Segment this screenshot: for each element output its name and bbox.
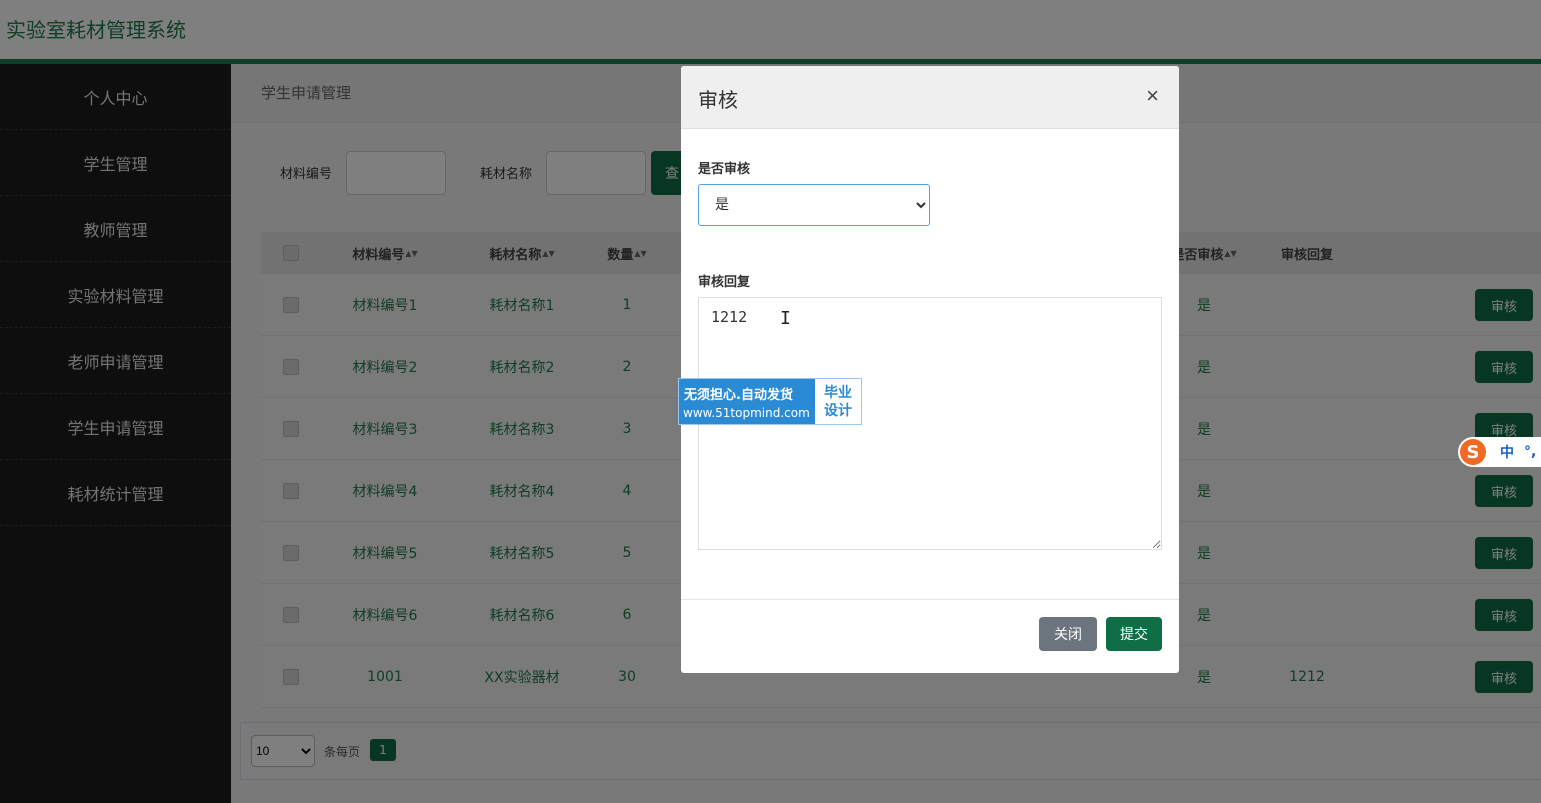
close-button[interactable]: 关闭 [1039, 617, 1097, 651]
audit-modal: 审核 × 是否审核 是 审核回复 1212 关闭 提交 [681, 66, 1179, 673]
ad-right-top: 毕业 [824, 384, 852, 401]
submit-button[interactable]: 提交 [1106, 617, 1162, 651]
ad-line1: 无须担心.自动发货 [684, 388, 793, 403]
close-icon[interactable]: × [1140, 82, 1165, 110]
audit-reply-label: 审核回复 [698, 275, 751, 290]
ad-right-bottom: 设计 [824, 402, 852, 419]
ime-toolbar[interactable]: S 中 °, [1458, 437, 1541, 467]
modal-footer: 关闭 提交 [681, 599, 1179, 673]
watermark-ad[interactable]: 无须担心.自动发货 www.51topmind.com 毕业 设计 [678, 378, 862, 425]
modal-title: 审核 [698, 88, 738, 112]
ime-punctuation-indicator[interactable]: °, [1524, 444, 1536, 460]
modal-header: 审核 × [681, 66, 1179, 129]
audit-status-label: 是否审核 [698, 162, 751, 177]
audit-status-select[interactable]: 是 [698, 184, 930, 226]
sogou-logo-icon: S [1460, 439, 1486, 465]
ad-line2: www.51topmind.com [683, 406, 810, 420]
text-cursor-icon: I [780, 308, 791, 329]
ime-mode-indicator[interactable]: 中 [1500, 442, 1514, 462]
